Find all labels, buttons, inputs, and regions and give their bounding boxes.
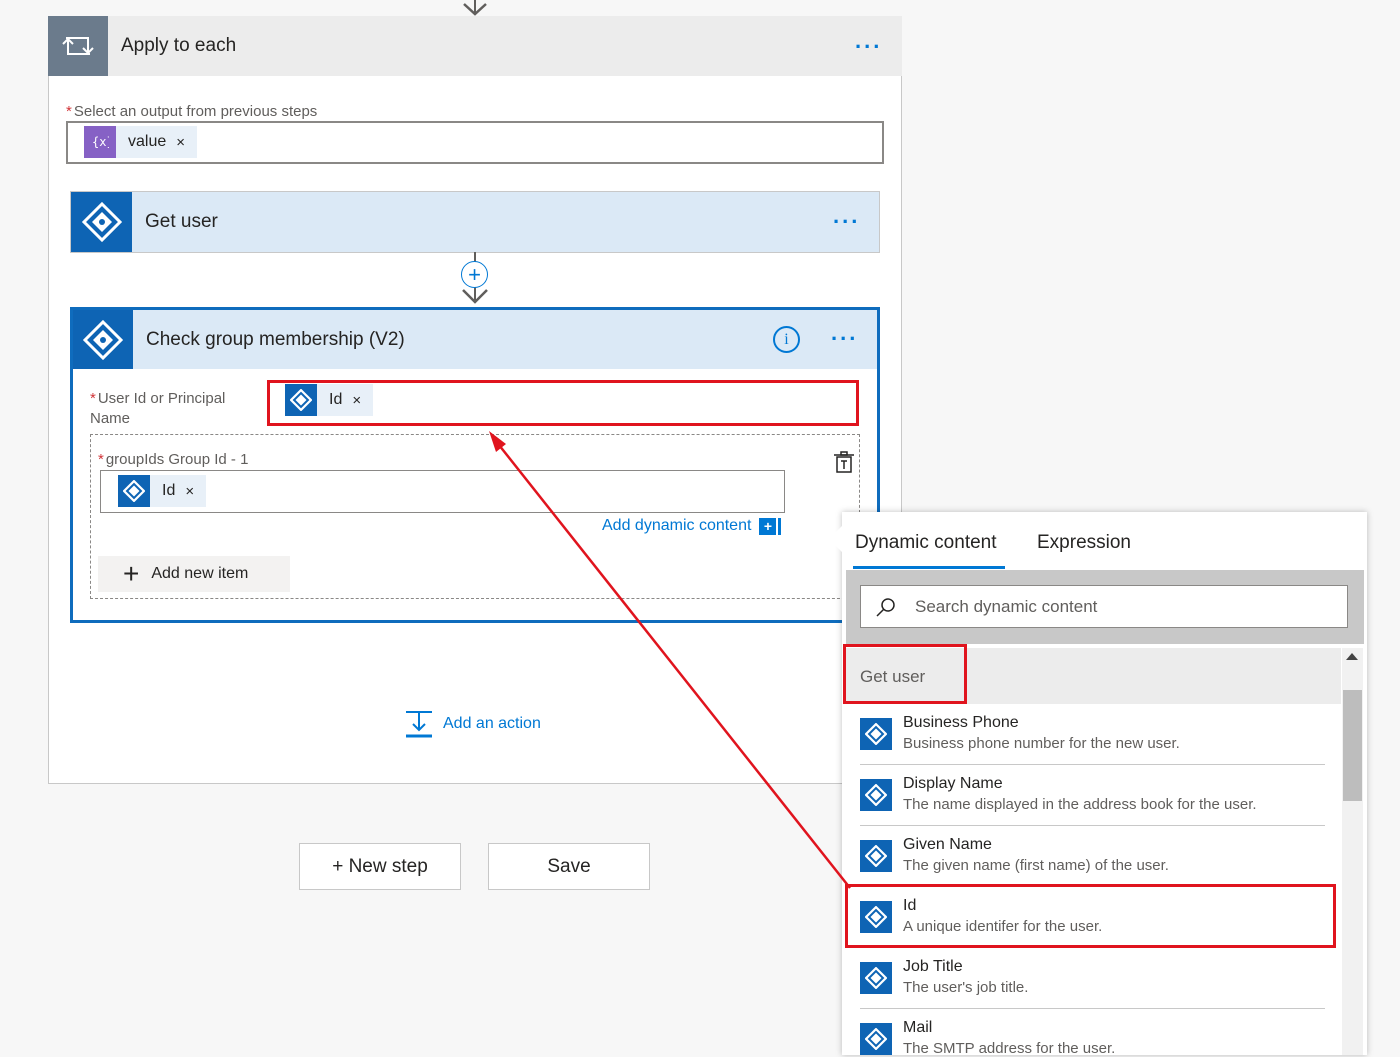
highlight-get-user-group bbox=[843, 644, 967, 704]
scrollbar-thumb[interactable] bbox=[1343, 690, 1362, 801]
variable-icon: {x} bbox=[84, 126, 116, 158]
add-action-label: Add an action bbox=[443, 715, 541, 732]
add-action-button[interactable]: Add an action bbox=[404, 710, 541, 738]
dynamic-item-divider bbox=[860, 764, 1325, 765]
azure-ad-icon bbox=[860, 779, 892, 811]
dynamic-item-display-name[interactable]: Display Name The name displayed in the ad… bbox=[860, 775, 1325, 813]
required-mark: * bbox=[66, 103, 72, 120]
dynamic-item-name: Display Name bbox=[903, 775, 1003, 792]
dynamic-item-name: Given Name bbox=[903, 836, 992, 853]
dynamic-item-divider bbox=[860, 1008, 1325, 1009]
check-group-header[interactable]: Check group membership (V2) bbox=[73, 310, 877, 369]
dynamic-item-divider bbox=[860, 825, 1325, 826]
group-id-label: * groupIds Group Id - 1 bbox=[98, 451, 248, 468]
new-step-button[interactable]: + New step bbox=[299, 843, 461, 890]
dynamic-item-name: Business Phone bbox=[903, 714, 1019, 731]
select-output-label: * Select an output from previous steps bbox=[66, 103, 317, 120]
search-dynamic-input[interactable]: Search dynamic content bbox=[860, 585, 1348, 628]
add-dynamic-content-label: Add dynamic content bbox=[602, 517, 752, 534]
dynamic-item-job-title[interactable]: Job Title The user's job title. bbox=[860, 958, 1325, 996]
azure-ad-icon bbox=[860, 1023, 892, 1055]
required-mark: * bbox=[90, 390, 96, 407]
azure-ad-icon bbox=[71, 192, 132, 252]
dynamic-item-business-phone[interactable]: Business Phone Business phone number for … bbox=[860, 714, 1325, 752]
svg-text:{x}: {x} bbox=[92, 135, 109, 149]
apply-to-each-header[interactable]: Apply to each bbox=[48, 16, 902, 76]
dynamic-item-desc: The name displayed in the address book f… bbox=[903, 796, 1257, 813]
scroll-up-arrow-icon[interactable] bbox=[1346, 653, 1358, 660]
azure-ad-icon bbox=[860, 718, 892, 750]
check-group-title: Check group membership (V2) bbox=[146, 328, 405, 350]
dynamic-item-desc: Business phone number for the new user. bbox=[903, 735, 1180, 752]
tab-expression[interactable]: Expression bbox=[1037, 532, 1131, 554]
add-new-item-label: Add new item bbox=[151, 565, 249, 582]
value-token-label: value bbox=[128, 133, 167, 150]
dynamic-item-desc: The SMTP address for the user. bbox=[903, 1040, 1116, 1057]
panel-pointer bbox=[829, 525, 843, 553]
select-output-input[interactable]: {x} value × bbox=[66, 121, 884, 164]
remove-group-id-token-button[interactable]: × bbox=[185, 483, 194, 500]
save-button[interactable]: Save bbox=[488, 843, 650, 890]
select-output-label-text: Select an output from previous steps bbox=[73, 103, 318, 120]
azure-ad-icon bbox=[118, 475, 150, 507]
user-id-label: * User Id or Principal Name bbox=[90, 389, 260, 429]
group-id-input[interactable]: Id × bbox=[100, 470, 785, 513]
delete-icon[interactable] bbox=[832, 450, 856, 474]
remove-value-token-button[interactable]: × bbox=[176, 134, 185, 151]
insert-step-plus-icon[interactable]: + bbox=[461, 261, 488, 288]
group-id-label-text: groupIds Group Id - 1 bbox=[105, 451, 249, 468]
group-id-token-label: Id bbox=[162, 482, 176, 499]
add-dynamic-bar-icon bbox=[778, 517, 782, 535]
dynamic-item-mail[interactable]: Mail The SMTP address for the user. bbox=[860, 1019, 1325, 1057]
get-user-title: Get user bbox=[145, 211, 218, 232]
highlight-user-id bbox=[267, 380, 859, 426]
azure-ad-icon bbox=[860, 962, 892, 994]
get-user-more-button[interactable]: ... bbox=[833, 203, 860, 229]
value-token[interactable]: {x} value × bbox=[84, 126, 198, 158]
azure-ad-icon bbox=[860, 840, 892, 872]
plus-icon: + bbox=[123, 558, 140, 589]
get-user-card[interactable]: Get user bbox=[70, 191, 880, 253]
azure-ad-icon bbox=[73, 310, 133, 369]
dynamic-item-name: Mail bbox=[903, 1019, 933, 1036]
add-new-item-button[interactable]: + Add new item bbox=[98, 556, 290, 592]
apply-to-each-more-button[interactable]: ... bbox=[855, 28, 882, 54]
search-icon bbox=[876, 597, 895, 617]
dynamic-item-desc: The user's job title. bbox=[903, 979, 1029, 996]
dynamic-item-desc: The given name (first name) of the user. bbox=[903, 857, 1169, 874]
highlight-id-item bbox=[845, 884, 1336, 948]
tab-dynamic-content[interactable]: Dynamic content bbox=[855, 532, 997, 554]
loop-icon bbox=[48, 16, 108, 76]
check-group-more-button[interactable]: ... bbox=[831, 320, 858, 346]
add-dynamic-content-link[interactable]: Add dynamic content + bbox=[602, 517, 782, 535]
dynamic-item-name: Job Title bbox=[903, 958, 963, 975]
search-placeholder: Search dynamic content bbox=[915, 596, 1098, 616]
add-dynamic-plus-icon: + bbox=[759, 517, 777, 535]
dynamic-item-given-name[interactable]: Given Name The given name (first name) of… bbox=[860, 836, 1325, 874]
info-icon[interactable]: i bbox=[773, 326, 800, 353]
add-action-icon bbox=[406, 711, 432, 738]
group-id-token[interactable]: Id × bbox=[118, 475, 207, 507]
required-mark: * bbox=[98, 451, 104, 468]
tab-dynamic-content-underline bbox=[853, 566, 1005, 569]
user-id-label-text: User Id or Principal Name bbox=[90, 390, 226, 427]
apply-to-each-title: Apply to each bbox=[121, 35, 237, 56]
